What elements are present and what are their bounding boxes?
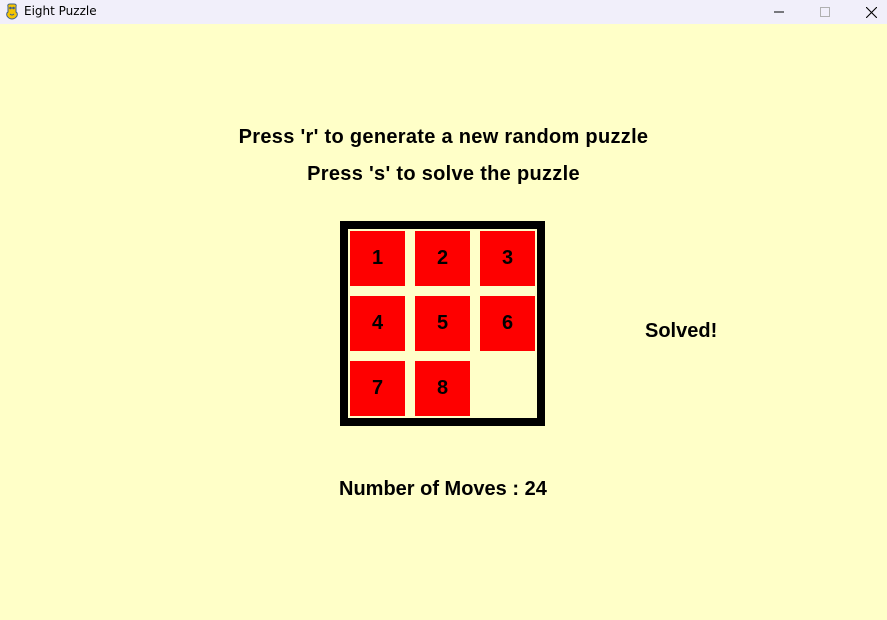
puzzle-tile-7[interactable]: 7 [350,361,405,416]
solved-status: Solved! [645,320,718,342]
title-bar[interactable]: Eight Puzzle [0,0,887,24]
close-button[interactable] [848,0,887,24]
instruction-random: Press 'r' to generate a new random puzzl… [238,126,649,148]
moves-count: 24 [524,478,547,500]
moves-counter: Number of Moves : 24 [339,478,547,501]
puzzle-tile-6[interactable]: 6 [480,296,535,351]
puzzle-tile-4[interactable]: 4 [350,296,405,351]
puzzle-tile-2[interactable]: 2 [415,231,470,286]
puzzle-tile-1[interactable]: 1 [350,231,405,286]
maximize-button[interactable] [802,0,848,24]
app-window: Eight Puzzle Press 'r' to generate a new… [0,0,887,620]
puzzle-tile-8[interactable]: 8 [415,361,470,416]
puzzle-tile-5[interactable]: 5 [415,296,470,351]
puzzle-board[interactable]: 123 456 78 [340,221,545,426]
maximize-icon [820,7,830,17]
minimize-icon [774,7,784,17]
window-title: Eight Puzzle [24,4,97,18]
minimize-button[interactable] [756,0,802,24]
puzzle-tile-3[interactable]: 3 [480,231,535,286]
moves-label: Number of Moves : [339,478,525,500]
close-icon [865,6,877,18]
instruction-solve: Press 's' to solve the puzzle [307,163,580,185]
pygame-snake-icon [4,3,20,20]
